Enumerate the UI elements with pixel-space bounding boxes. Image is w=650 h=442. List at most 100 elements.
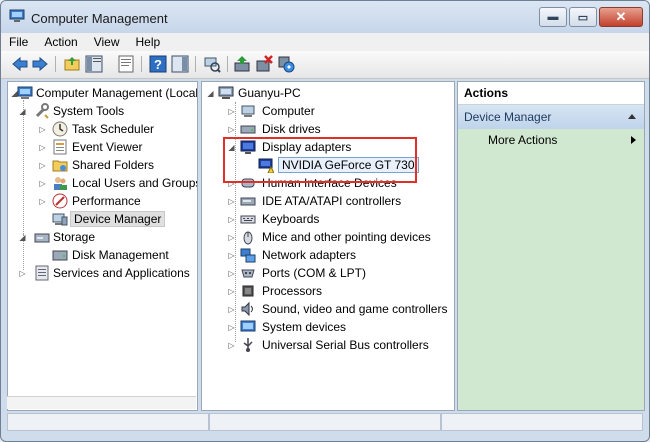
actions-pane: Actions Device Manager More Actions bbox=[457, 81, 645, 411]
clock-icon bbox=[52, 121, 68, 137]
expand-arrow-icon[interactable]: ▷ bbox=[227, 107, 236, 116]
tree-label-shared-folders: Shared Folders bbox=[72, 158, 155, 172]
port-icon bbox=[241, 269, 255, 278]
computer-icon bbox=[241, 105, 255, 117]
tree-label-services: Services and Applications bbox=[53, 266, 190, 280]
actions-section-device-manager[interactable]: Device Manager bbox=[458, 105, 644, 129]
ide-controller-icon bbox=[240, 197, 256, 206]
expand-arrow-icon[interactable]: ▷ bbox=[227, 215, 236, 224]
collapse-up-icon[interactable] bbox=[628, 114, 636, 119]
disk-management-icon bbox=[52, 250, 68, 261]
status-cell-2 bbox=[209, 413, 441, 431]
svg-text:?: ? bbox=[154, 57, 162, 72]
scan-hardware-icon[interactable] bbox=[203, 55, 221, 73]
speaker-icon bbox=[241, 301, 253, 317]
expand-arrow-icon[interactable]: ▷ bbox=[227, 305, 236, 314]
minimize-icon: ▬ bbox=[547, 11, 559, 23]
status-cell-3 bbox=[441, 413, 643, 431]
device-label-mice: Mice and other pointing devices bbox=[262, 230, 431, 244]
actions-body: Device Manager More Actions bbox=[458, 105, 644, 410]
expand-arrow-icon[interactable]: ▷ bbox=[38, 197, 47, 206]
expand-arrow-icon[interactable]: ▷ bbox=[227, 125, 236, 134]
tree-label-system-tools: System Tools bbox=[53, 104, 125, 118]
tree-label-disk-management: Disk Management bbox=[72, 248, 169, 262]
tree-label-task-scheduler: Task Scheduler bbox=[72, 122, 155, 136]
tools-icon bbox=[35, 103, 49, 119]
disk-drive-icon bbox=[240, 125, 256, 134]
device-manager-icon bbox=[52, 213, 68, 226]
mouse-icon bbox=[243, 231, 253, 245]
properties-icon[interactable] bbox=[117, 55, 135, 73]
forward-arrow-icon[interactable] bbox=[31, 55, 49, 73]
uninstall-icon[interactable] bbox=[255, 55, 273, 73]
usb-icon bbox=[243, 338, 253, 352]
expand-arrow-icon[interactable]: ▷ bbox=[38, 179, 47, 188]
horizontal-scrollbar[interactable] bbox=[7, 396, 196, 409]
expand-arrow-icon[interactable]: ▷ bbox=[38, 125, 47, 134]
expand-arrow-icon[interactable]: ▷ bbox=[38, 143, 47, 152]
show-hide-action-pane-icon[interactable] bbox=[171, 55, 189, 73]
enable-device-icon[interactable] bbox=[277, 55, 295, 73]
device-label-computer: Computer bbox=[262, 104, 315, 118]
performance-icon bbox=[52, 193, 68, 209]
collapse-arrow-icon[interactable]: ◢ bbox=[18, 107, 27, 116]
expand-arrow-icon[interactable]: ▷ bbox=[38, 161, 47, 170]
status-cell-1 bbox=[7, 413, 209, 431]
system-device-icon bbox=[240, 320, 256, 332]
device-label-system-devices: System devices bbox=[262, 320, 347, 334]
computer-icon bbox=[218, 86, 234, 99]
help-icon[interactable]: ? bbox=[149, 55, 167, 73]
device-label-sound: Sound, video and game controllers bbox=[262, 302, 448, 316]
tree-label-performance: Performance bbox=[72, 194, 141, 208]
console-tree-pane[interactable]: ◢ Computer Management (Local ◢ System To… bbox=[7, 81, 198, 411]
expand-arrow-icon[interactable]: ▷ bbox=[227, 323, 236, 332]
device-label-processors: Processors bbox=[262, 284, 323, 298]
status-bar bbox=[7, 413, 643, 431]
device-tree-pane[interactable]: ◢ Guanyu-PC ▷ Computer ▷ Disk drives ◢ D… bbox=[201, 81, 455, 411]
title-bar: Computer Management ▬ ▭ ✕ bbox=[1, 1, 649, 33]
menu-view[interactable]: View bbox=[86, 35, 128, 49]
menu-file[interactable]: File bbox=[1, 35, 36, 49]
device-label-network: Network adapters bbox=[262, 248, 357, 262]
up-folder-icon[interactable] bbox=[63, 55, 81, 73]
tree-label-local-users: Local Users and Groups bbox=[72, 176, 198, 190]
submenu-arrow-icon[interactable] bbox=[631, 136, 636, 144]
shared-folder-icon bbox=[52, 160, 68, 172]
expand-arrow-icon[interactable]: ▷ bbox=[18, 269, 27, 278]
expand-arrow-icon[interactable]: ▷ bbox=[227, 341, 236, 350]
window-title: Computer Management bbox=[31, 11, 168, 26]
minimize-button[interactable]: ▬ bbox=[539, 7, 567, 27]
device-label-disk-drives: Disk drives bbox=[262, 122, 321, 136]
expand-arrow-icon[interactable]: ▷ bbox=[227, 269, 236, 278]
maximize-button[interactable]: ▭ bbox=[569, 7, 597, 27]
toolbar: ? bbox=[1, 51, 649, 79]
expand-arrow-icon[interactable]: ▷ bbox=[227, 197, 236, 206]
expand-arrow-icon[interactable]: ▷ bbox=[227, 251, 236, 260]
computer-management-window: Computer Management ▬ ▭ ✕ File Action Vi… bbox=[0, 0, 650, 442]
show-hide-tree-icon[interactable] bbox=[85, 55, 103, 73]
computer-management-icon bbox=[17, 86, 33, 99]
network-adapter-icon bbox=[240, 248, 256, 263]
maximize-icon: ▭ bbox=[577, 11, 589, 24]
services-icon bbox=[35, 265, 49, 281]
expand-arrow-icon[interactable]: ▷ bbox=[227, 233, 236, 242]
close-button[interactable]: ✕ bbox=[599, 7, 643, 27]
close-icon: ✕ bbox=[615, 9, 627, 24]
processor-icon bbox=[242, 285, 254, 297]
collapse-arrow-icon[interactable]: ◢ bbox=[206, 89, 215, 98]
device-label-keyboards: Keyboards bbox=[262, 212, 320, 226]
update-driver-icon[interactable] bbox=[233, 55, 251, 73]
collapse-arrow-icon[interactable]: ◢ bbox=[18, 233, 27, 242]
menu-action[interactable]: Action bbox=[36, 35, 85, 49]
back-arrow-icon[interactable] bbox=[11, 55, 29, 73]
menu-bar: File Action View Help bbox=[1, 33, 649, 51]
highlight-box bbox=[223, 137, 417, 183]
tree-label-event-viewer: Event Viewer bbox=[72, 140, 143, 154]
device-label-ide: IDE ATA/ATAPI controllers bbox=[262, 194, 402, 208]
tree-label-device-manager: Device Manager bbox=[70, 211, 166, 227]
expand-arrow-icon[interactable]: ▷ bbox=[227, 287, 236, 296]
more-actions-link[interactable]: More Actions bbox=[488, 133, 557, 147]
actions-section-label: Device Manager bbox=[464, 110, 552, 124]
tree-label-storage: Storage bbox=[53, 230, 96, 244]
menu-help[interactable]: Help bbox=[128, 35, 169, 49]
